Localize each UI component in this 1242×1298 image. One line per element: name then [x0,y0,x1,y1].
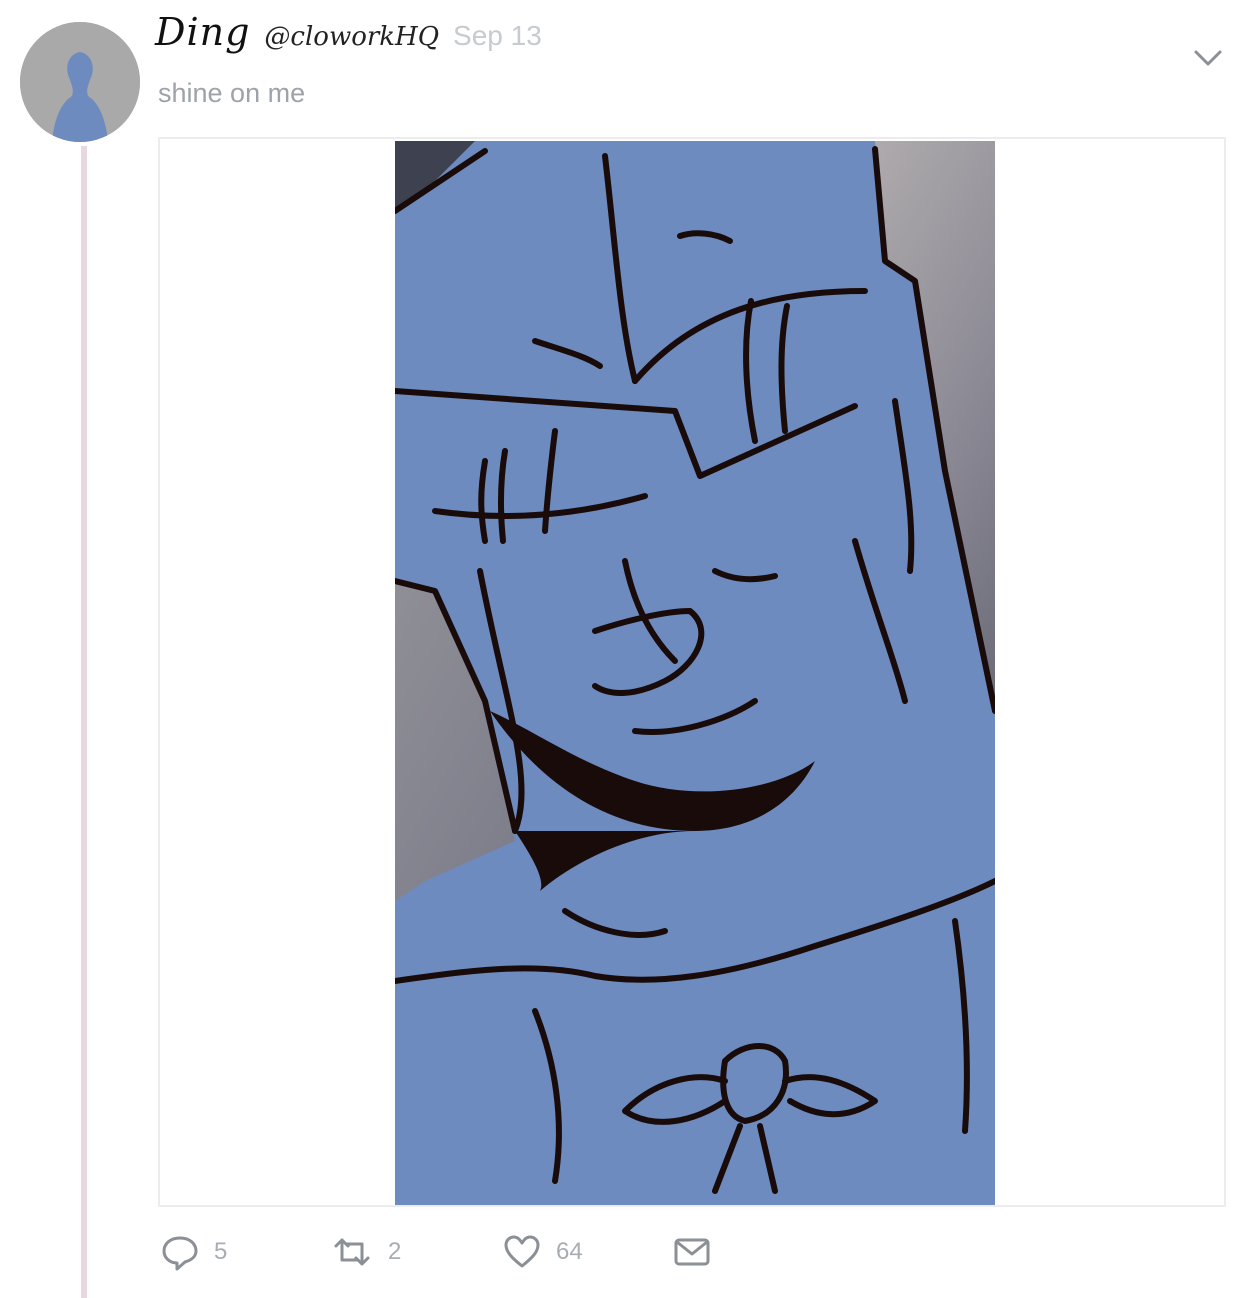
chevron-down-icon[interactable] [1188,40,1228,76]
direct-message-button[interactable] [672,1232,712,1272]
retweet-count: 2 [388,1238,402,1265]
reply-button[interactable]: 5 [160,1232,227,1272]
retweet-arrows-icon [334,1238,370,1266]
like-count: 64 [556,1238,583,1265]
avatar[interactable] [20,22,140,142]
like-button[interactable]: 64 [502,1232,583,1272]
tweet-media[interactable] [158,137,1226,1207]
illustration-image [395,141,995,1205]
username-handle[interactable]: @cloworkHQ [264,22,439,52]
heart-icon [504,1235,540,1268]
retweet-button[interactable]: 2 [330,1232,401,1272]
default-profile-icon [20,22,140,142]
reply-count: 5 [214,1238,228,1265]
display-name[interactable]: Ding [155,10,250,54]
tweet-header: Ding @cloworkHQ Sep 13 [155,10,542,70]
thread-line [81,146,87,1298]
speech-bubble-icon [162,1236,198,1271]
envelope-icon [674,1238,710,1266]
tweet-date[interactable]: Sep 13 [453,20,542,52]
tweet-text: shine on me [158,78,306,108]
